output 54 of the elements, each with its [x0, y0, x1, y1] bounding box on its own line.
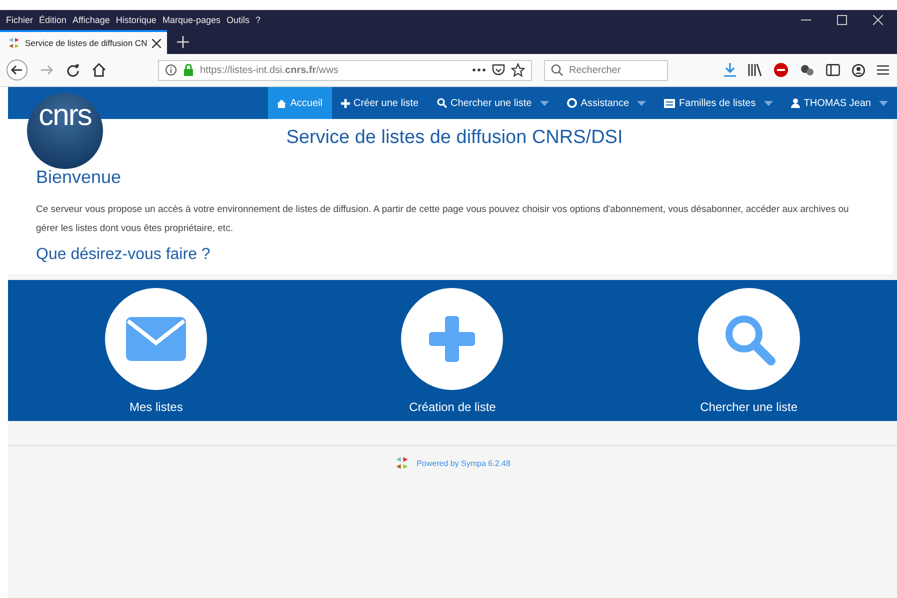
- lock-icon: [183, 64, 194, 76]
- menu-item[interactable]: Fichier: [6, 15, 34, 25]
- library-icon[interactable]: [748, 64, 762, 76]
- nav-item[interactable]: Assistance: [558, 87, 656, 119]
- menu-item[interactable]: ?: [256, 15, 261, 25]
- action-label[interactable]: Création de liste: [409, 400, 496, 414]
- user-icon: [790, 98, 800, 108]
- close-icon[interactable]: [152, 38, 162, 48]
- plus-icon: [340, 98, 350, 108]
- nav-item[interactable]: Familles de listes: [655, 87, 782, 119]
- browser-tab[interactable]: Service de listes de diffusion CN: [0, 30, 168, 54]
- action-label[interactable]: Chercher une liste: [700, 400, 798, 414]
- list-icon: [664, 98, 676, 108]
- sympa-icon: [8, 37, 20, 49]
- menu-item[interactable]: Historique: [116, 15, 156, 25]
- welcome-heading: Bienvenue: [36, 167, 122, 188]
- envelope-icon: [126, 316, 186, 360]
- address-field[interactable]: https://listes-int.dsi.cnrs.fr/wws: [158, 60, 532, 80]
- download-icon[interactable]: [724, 63, 736, 77]
- info-icon: [165, 64, 177, 76]
- menu-item[interactable]: Marque-pages: [162, 15, 220, 25]
- tab-title: Service de listes de diffusion CN: [25, 38, 148, 48]
- url-text: https://listes-int.dsi.cnrs.fr/wws: [200, 64, 338, 76]
- menu-icon[interactable]: [877, 65, 889, 75]
- search-icon: [551, 64, 563, 76]
- home-icon[interactable]: [92, 63, 106, 77]
- plus-icon: [429, 316, 476, 362]
- extension-icon[interactable]: [800, 64, 814, 76]
- action-label[interactable]: Mes listes: [129, 400, 183, 414]
- question-heading: Que désirez-vous faire ?: [36, 246, 212, 264]
- menu-item[interactable]: Outils: [226, 15, 250, 25]
- home-icon: [277, 98, 286, 108]
- sympa-icon: [394, 456, 409, 470]
- new-tab-icon[interactable]: [177, 36, 190, 48]
- nav-item[interactable]: Créer une liste: [332, 87, 428, 119]
- back-icon[interactable]: [6, 59, 28, 81]
- blocker-icon[interactable]: [774, 63, 788, 77]
- site-title: Service de listes de diffusion CNRS/DSI: [285, 127, 624, 149]
- star-icon[interactable]: [511, 63, 525, 77]
- cnrs-logo[interactable]: cnrs: [27, 93, 103, 169]
- search-field[interactable]: Rechercher: [544, 60, 668, 80]
- more-icon[interactable]: [472, 68, 486, 72]
- welcome-text: Ce serveur vous propose un accès à votre environnement de listes de diffusion. A partir de cette page vous pouvez choisir vos options d'abonnement, vous désabonner, accéder aux archives ou gérer les listes dont vous êtes propriétaire, etc.: [36, 203, 850, 236]
- nav-item[interactable]: THOMAS Jean: [782, 87, 897, 119]
- menu-item[interactable]: Affichage: [72, 15, 110, 25]
- sidebar-icon[interactable]: [826, 64, 840, 76]
- pocket-icon[interactable]: [492, 64, 505, 76]
- lifebuoy-icon: [566, 98, 577, 108]
- account-icon[interactable]: [852, 64, 865, 76]
- maximize-icon[interactable]: [837, 15, 847, 25]
- reload-icon[interactable]: [66, 63, 80, 77]
- search-icon: [436, 98, 447, 108]
- nav-item[interactable]: Chercher une liste: [428, 87, 558, 119]
- menu-item[interactable]: Édition: [39, 15, 67, 25]
